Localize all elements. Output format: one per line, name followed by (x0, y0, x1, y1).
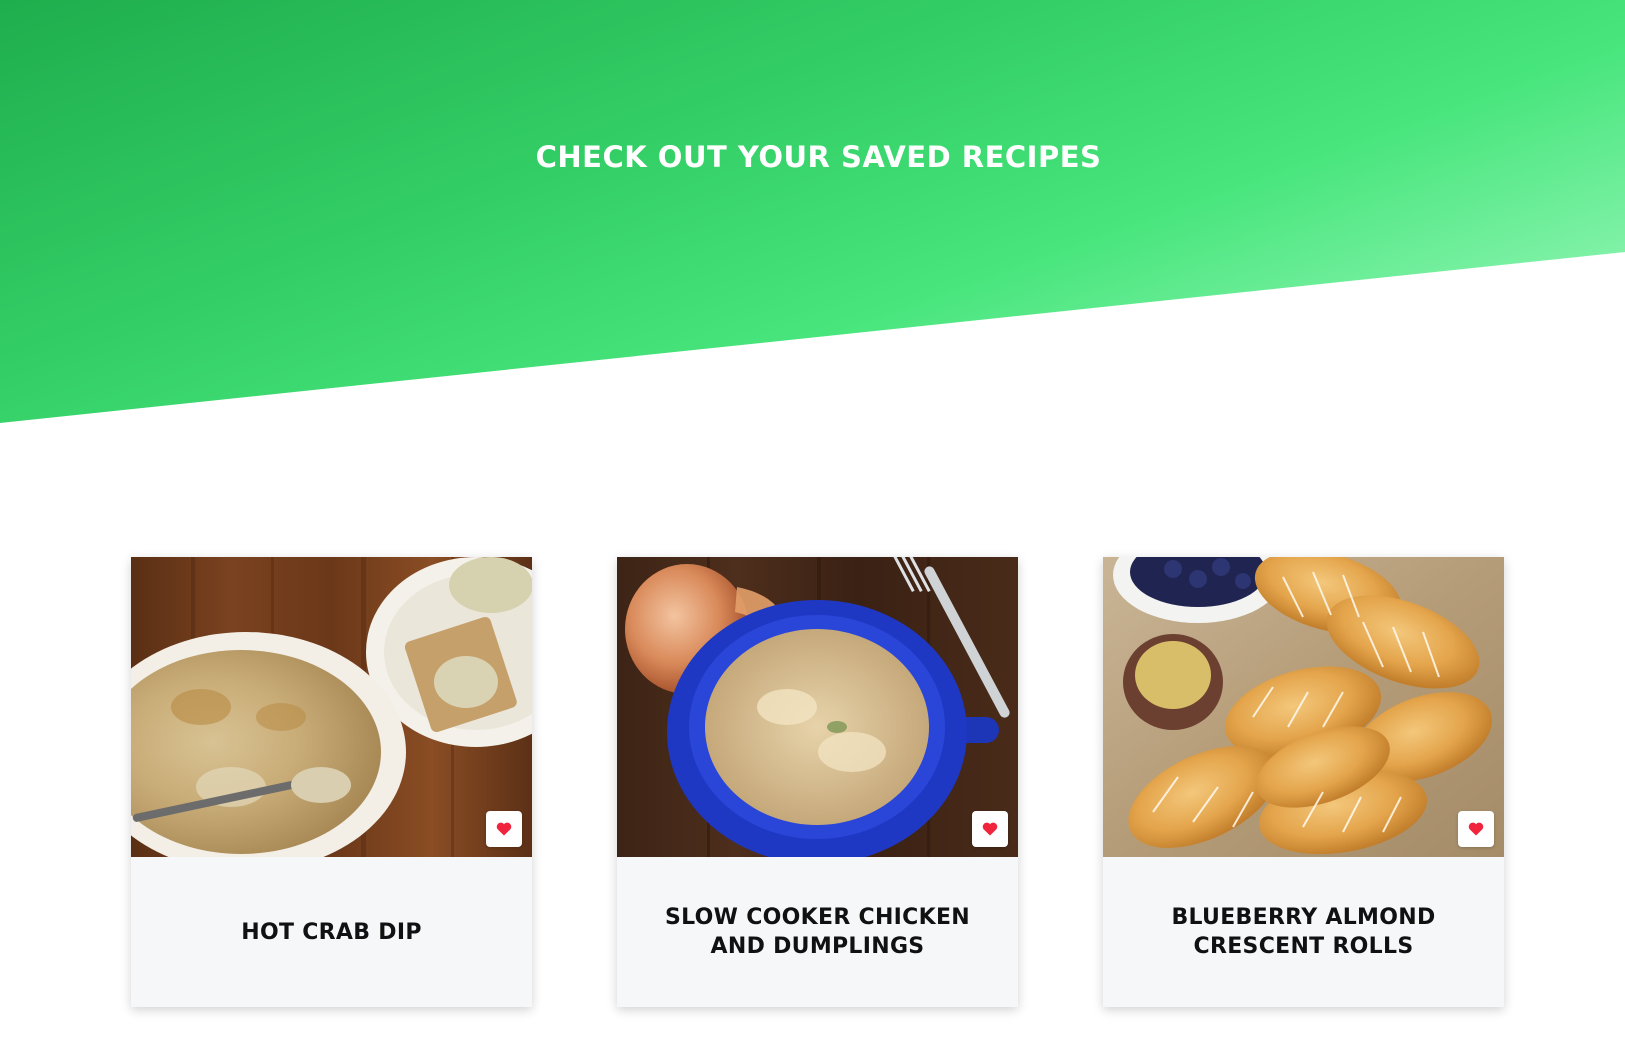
recipe-title[interactable]: BLUEBERRY ALMOND CRESCENT ROLLS (1103, 903, 1504, 961)
recipe-grid: HOT CRAB DIP SLOW COOKER CHICKEN AND DUM… (131, 557, 1511, 1007)
heart-icon (1468, 822, 1484, 836)
recipe-card-footer: SLOW COOKER CHICKEN AND DUMPLINGS (617, 857, 1018, 1007)
recipe-image-slow-cooker-chicken-and-dumplings[interactable] (617, 557, 1018, 857)
recipe-card-hot-crab-dip[interactable]: HOT CRAB DIP (131, 557, 532, 1007)
recipe-photo (131, 557, 532, 857)
page-title: CHECK OUT YOUR SAVED RECIPES (535, 140, 1102, 174)
recipe-image-hot-crab-dip[interactable] (131, 557, 532, 857)
recipe-card-blueberry-almond-crescent-rolls[interactable]: BLUEBERRY ALMOND CRESCENT ROLLS (1103, 557, 1504, 1007)
saved-recipes-page: CHECK OUT YOUR SAVED RECIPES HOT CRAB DI… (0, 0, 1625, 1059)
heart-icon (496, 822, 512, 836)
recipe-image-blueberry-almond-crescent-rolls[interactable] (1103, 557, 1504, 857)
recipe-title[interactable]: SLOW COOKER CHICKEN AND DUMPLINGS (617, 903, 1018, 961)
favorite-button[interactable] (486, 811, 522, 847)
recipe-card-footer: HOT CRAB DIP (131, 857, 532, 1007)
recipe-card-footer: BLUEBERRY ALMOND CRESCENT ROLLS (1103, 857, 1504, 1007)
recipe-card-slow-cooker-chicken-and-dumplings[interactable]: SLOW COOKER CHICKEN AND DUMPLINGS (617, 557, 1018, 1007)
recipe-photo (1103, 557, 1504, 857)
recipe-title[interactable]: HOT CRAB DIP (201, 918, 462, 947)
favorite-button[interactable] (1458, 811, 1494, 847)
hero-banner (0, 0, 1625, 423)
recipe-photo (617, 557, 1018, 857)
favorite-button[interactable] (972, 811, 1008, 847)
heart-icon (982, 822, 998, 836)
